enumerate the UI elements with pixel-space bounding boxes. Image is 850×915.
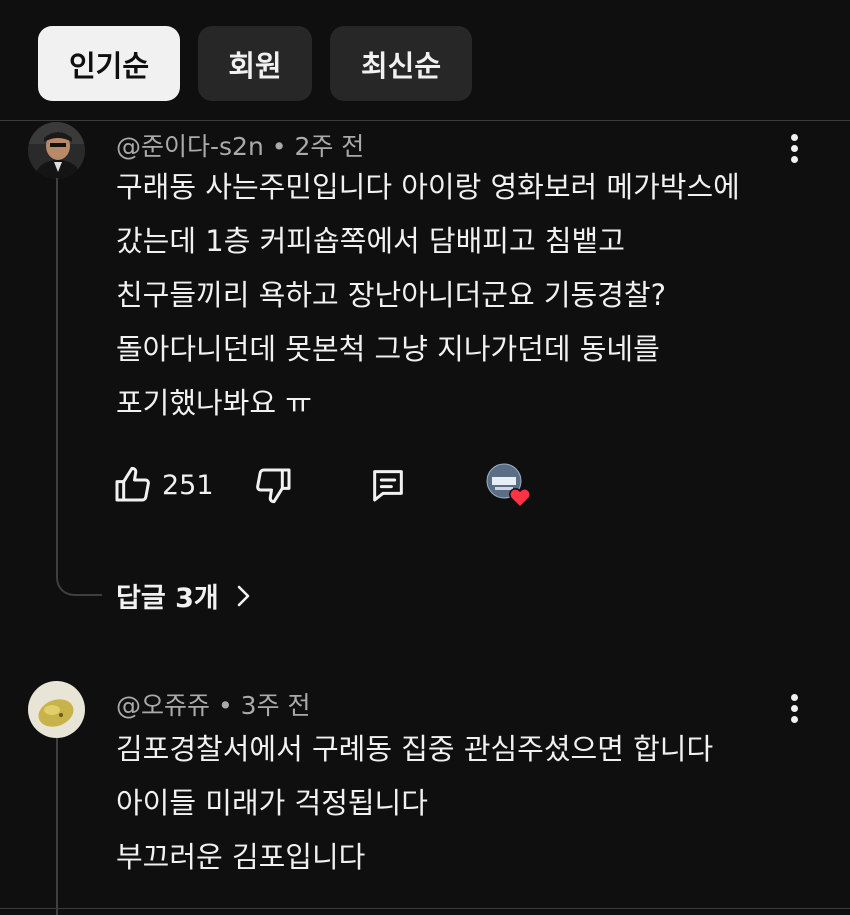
thread-line: [56, 738, 58, 915]
meta-separator: •: [217, 691, 233, 720]
comment-line: 김포경찰서에서 구례동 집중 관심주셨으면 합니다: [116, 732, 714, 766]
sort-chip-members[interactable]: 회원: [198, 26, 312, 101]
comment-time: 2주 전: [294, 132, 365, 161]
comment-line: 돌아다니던데 못본척 그냥 지나가던데 동네를: [116, 332, 660, 366]
thumbs-down-icon[interactable]: [254, 465, 294, 505]
more-options-icon[interactable]: [780, 694, 808, 734]
thumbs-up-icon[interactable]: [112, 465, 152, 505]
comment-time: 3주 전: [240, 691, 311, 720]
more-options-icon[interactable]: [780, 134, 808, 174]
comment-line: 구래동 사는주민입니다 아이랑 영화보러 메가박스에: [116, 170, 740, 204]
sort-chips: 인기순 회원 최신순: [38, 26, 472, 101]
thread-line: [56, 178, 102, 596]
comment-text: 김포경찰서에서 구례동 집중 관심주셨으면 합니다 아이들 미래가 걱정됩니다 …: [116, 722, 713, 884]
chevron-right-icon: [231, 584, 255, 608]
creator-heart-icon: [486, 463, 532, 509]
author-name[interactable]: @오쥬쥬: [116, 691, 210, 720]
comment-line: 부끄러운 김포입니다: [116, 840, 366, 874]
reply-icon[interactable]: [368, 465, 408, 505]
comment-text: 구래동 사는주민입니다 아이랑 영화보러 메가박스에 갔는데 1층 커피숍쪽에서…: [116, 160, 740, 430]
avatar[interactable]: [28, 122, 85, 179]
author-name[interactable]: @준이다-s2n: [116, 132, 264, 161]
comment-line: 친구들끼리 욕하고 장난아니더군요 기동경찰?: [116, 278, 666, 312]
comment-line: 포기했나봐요 ㅠ: [116, 386, 312, 420]
sort-chip-newest[interactable]: 최신순: [330, 26, 472, 101]
sort-chip-popular[interactable]: 인기순: [38, 26, 180, 101]
comment-meta: @준이다-s2n • 2주 전: [116, 127, 364, 163]
bottom-divider: [0, 908, 850, 909]
comments-page: 인기순 회원 최신순 @준이다-s2n • 2주 전 구래동 사는주민입니다 아…: [0, 0, 850, 915]
avatar[interactable]: [28, 681, 85, 738]
comment-meta: @오쥬쥬 • 3주 전: [116, 686, 311, 722]
replies-label: 답글 3개: [116, 583, 219, 614]
meta-separator: •: [271, 132, 287, 161]
comment-actions: 251: [112, 462, 532, 509]
header-divider: [0, 120, 850, 121]
comment-line: 아이들 미래가 걱정됩니다: [116, 786, 428, 820]
like-count: 251: [162, 469, 214, 501]
comment-line: 갔는데 1층 커피숍쪽에서 담배피고 침뱉고: [116, 224, 625, 258]
view-replies-button[interactable]: 답글 3개: [116, 576, 255, 615]
